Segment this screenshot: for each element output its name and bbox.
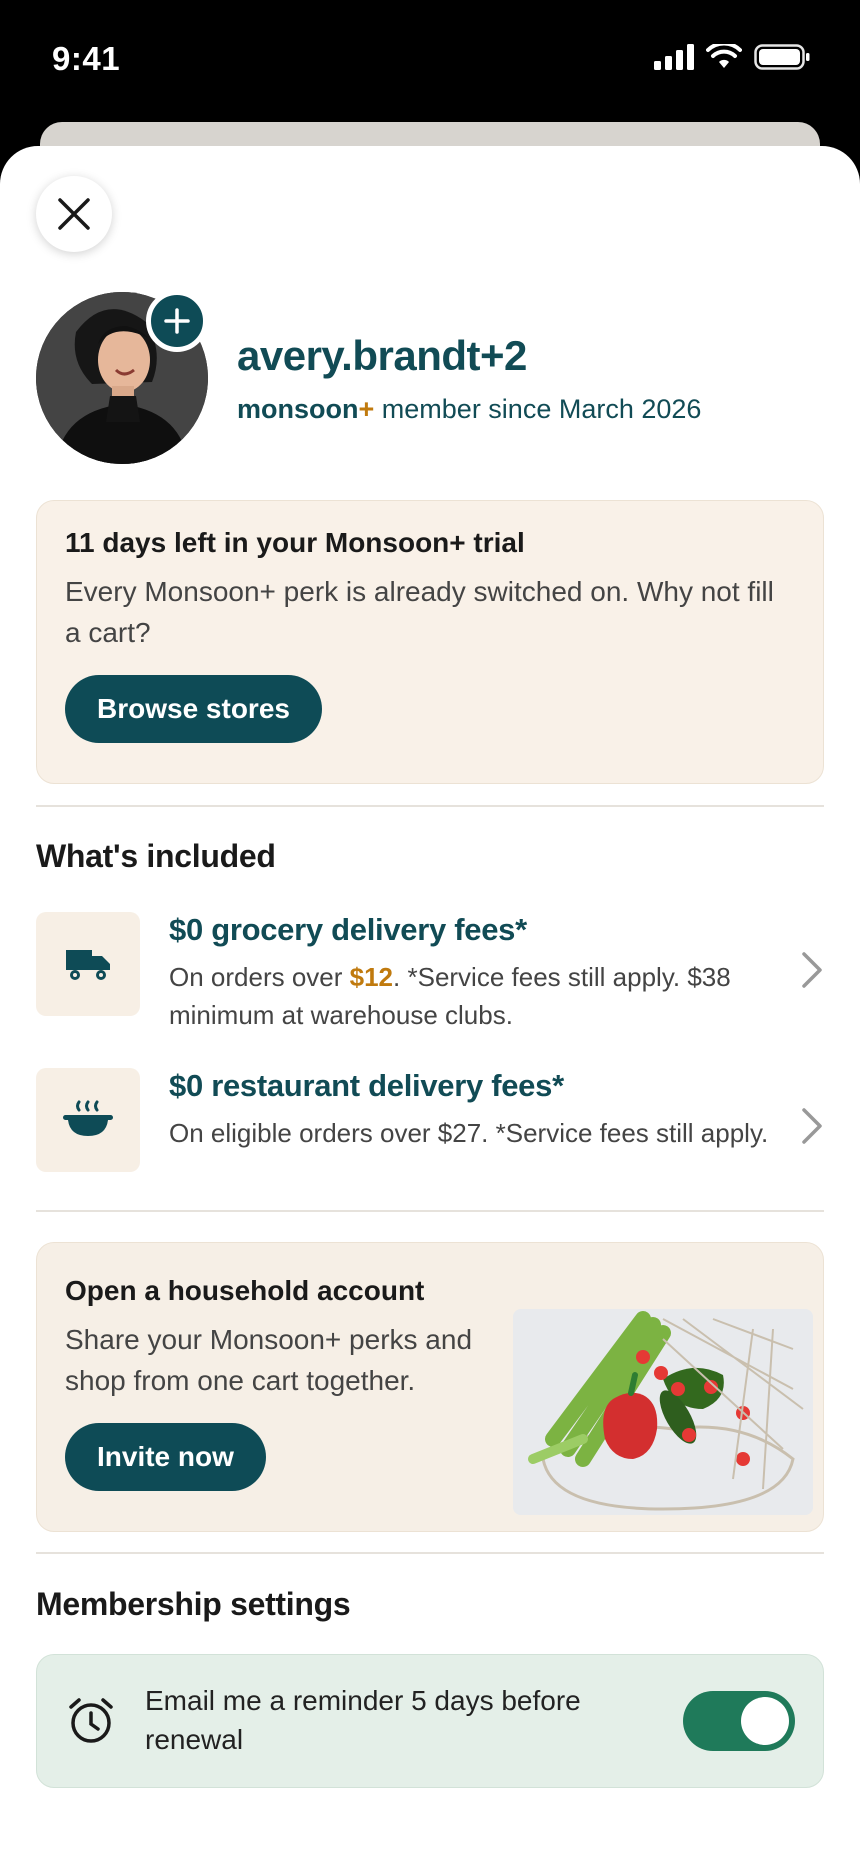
brand-name: monsoon xyxy=(237,394,359,424)
username: avery.brandt+2 xyxy=(237,332,527,379)
chevron-right-icon xyxy=(802,952,822,988)
perk-description: On eligible orders over $27. *Service fe… xyxy=(169,1118,769,1148)
household-body: Share your Monsoon+ perks and shop from … xyxy=(65,1324,473,1396)
trial-title: 11 days left in your Monsoon+ trial xyxy=(65,527,525,558)
trial-body: Every Monsoon+ perk is already switched … xyxy=(65,576,774,648)
food-bowl-icon xyxy=(63,1100,113,1136)
divider xyxy=(36,1210,824,1212)
membership-sheet: avery.brandt+2 monsoon+ member since Mar… xyxy=(0,146,860,1864)
wifi-icon xyxy=(706,44,742,68)
perk-icon-container xyxy=(36,912,140,1016)
battery-icon xyxy=(754,44,810,70)
truck-icon xyxy=(66,950,110,980)
reminder-setting-row: Email me a reminder 5 days before renewa… xyxy=(36,1654,824,1788)
perk-title: $0 grocery delivery fees* xyxy=(169,912,527,947)
member-since-line: monsoon+ member since March 2026 xyxy=(237,394,701,425)
perk-grocery-delivery[interactable]: $0 grocery delivery fees* On orders over… xyxy=(36,912,824,1032)
close-icon xyxy=(58,198,90,230)
browse-stores-button[interactable]: Browse stores xyxy=(65,675,322,743)
chevron-right-icon xyxy=(802,1108,822,1144)
produce-illustration xyxy=(513,1309,813,1515)
alarm-clock-icon xyxy=(69,1698,113,1743)
whats-included-title: What's included xyxy=(36,838,276,874)
perk-desc-accent: $12 xyxy=(349,962,394,992)
membership-settings-title: Membership settings xyxy=(36,1586,351,1622)
status-time: 9:41 xyxy=(52,40,121,77)
perk-description: On orders over $12. *Service fees still … xyxy=(169,958,769,1034)
cellular-signal-icon xyxy=(654,44,694,70)
brand-plus: + xyxy=(358,394,375,424)
toggle-knob xyxy=(741,1697,789,1745)
close-button[interactable] xyxy=(36,176,112,252)
member-since-text: member since March 2026 xyxy=(374,394,702,424)
reminder-toggle[interactable] xyxy=(683,1691,795,1751)
perk-restaurant-delivery[interactable]: $0 restaurant delivery fees* On eligible… xyxy=(36,1068,824,1188)
household-title: Open a household account xyxy=(65,1275,425,1306)
perk-title: $0 restaurant delivery fees* xyxy=(169,1068,564,1103)
status-bar: 9:41 xyxy=(0,0,860,120)
reminder-label: Email me a reminder 5 days before renewa… xyxy=(145,1685,581,1755)
trial-card: 11 days left in your Monsoon+ trial Ever… xyxy=(36,500,824,784)
perk-icon-container xyxy=(36,1068,140,1172)
divider xyxy=(36,805,824,807)
status-icons xyxy=(654,44,810,70)
invite-now-button[interactable]: Invite now xyxy=(65,1423,266,1491)
divider xyxy=(36,1552,824,1554)
produce-image xyxy=(513,1309,813,1515)
add-photo-button[interactable] xyxy=(146,290,208,352)
plus-icon xyxy=(164,308,190,334)
household-card: Open a household account Share your Mons… xyxy=(36,1242,824,1532)
perk-desc-prefix: On orders over xyxy=(169,962,350,992)
